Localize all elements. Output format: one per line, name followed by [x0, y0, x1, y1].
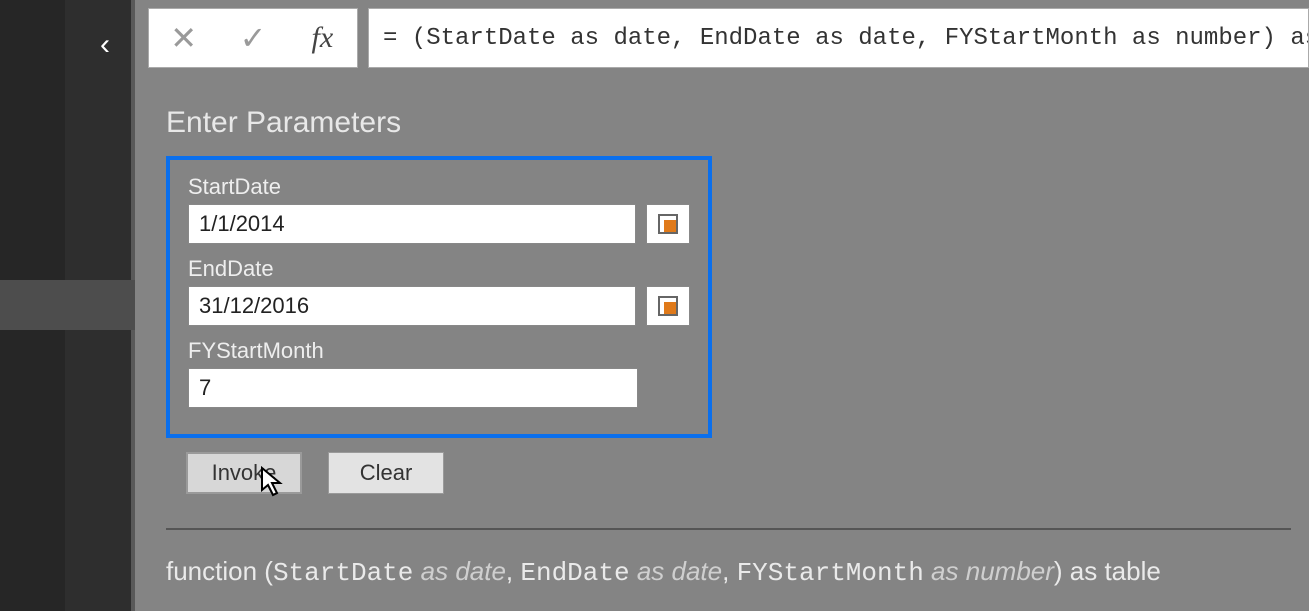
signature-as2: as [630, 556, 672, 586]
signature-sep1: , [506, 556, 520, 586]
enddate-input[interactable] [188, 286, 636, 326]
startdate-input[interactable] [188, 204, 636, 244]
fx-icon[interactable]: fx [292, 21, 352, 55]
signature-type1: date [455, 556, 506, 586]
invoke-button[interactable]: Invoke [186, 452, 302, 494]
selected-query-row[interactable] [0, 280, 135, 330]
function-signature: function (StartDate as date, EndDate as … [166, 556, 1291, 588]
cancel-formula-icon[interactable]: ✕ [154, 19, 214, 57]
formula-bar-row: ✕ ✓ fx = (StartDate as date, EndDate as … [148, 8, 1309, 68]
signature-param3: FYStartMonth [737, 558, 924, 588]
clear-button[interactable]: Clear [328, 452, 444, 494]
fystartmonth-input[interactable] [188, 368, 638, 408]
fystartmonth-label: FYStartMonth [188, 338, 690, 364]
signature-as1: as [413, 556, 455, 586]
parameters-group: StartDate EndDate FYStartMonth [166, 156, 712, 438]
calendar-icon [658, 296, 678, 316]
collapse-chevron-icon[interactable]: ‹ [100, 28, 110, 62]
queries-panel: ‹ [0, 0, 135, 611]
signature-param2: EndDate [520, 558, 629, 588]
parameter-buttons-row: Invoke Clear [186, 452, 1291, 494]
formula-bar-controls: ✕ ✓ fx [148, 8, 358, 68]
signature-sep2: , [722, 556, 736, 586]
signature-prefix: function ( [166, 556, 273, 586]
signature-type3: number [966, 556, 1054, 586]
signature-as3: as [924, 556, 966, 586]
calendar-icon [658, 214, 678, 234]
startdate-datepicker-button[interactable] [646, 204, 690, 244]
section-divider [166, 528, 1291, 530]
parameters-pane: Enter Parameters StartDate EndDate FYSta… [148, 68, 1309, 611]
startdate-label: StartDate [188, 174, 690, 200]
commit-formula-icon[interactable]: ✓ [223, 19, 283, 57]
signature-param1: StartDate [273, 558, 413, 588]
enddate-datepicker-button[interactable] [646, 286, 690, 326]
signature-type2: date [672, 556, 723, 586]
parameters-heading: Enter Parameters [166, 106, 1291, 140]
signature-suffix: ) as table [1054, 556, 1161, 586]
enddate-label: EndDate [188, 256, 690, 282]
formula-bar-input[interactable]: = (StartDate as date, EndDate as date, F… [368, 8, 1309, 68]
